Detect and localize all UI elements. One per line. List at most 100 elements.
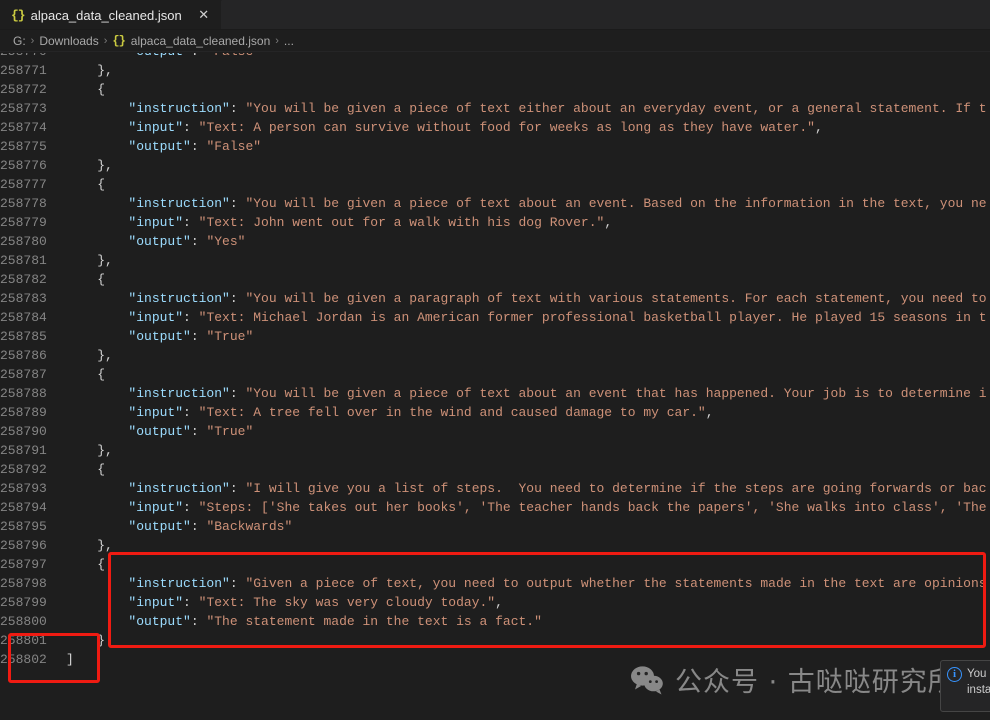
code-line[interactable]: 258770 "output": "False" [0,53,990,61]
line-number: 258787 [0,367,47,382]
code-token: { [66,557,106,572]
breadcrumb: G: › Downloads › {} alpaca_data_cleaned.… [0,30,990,52]
code-line[interactable]: 258791 }, [0,441,990,460]
line-number: 258784 [0,310,47,325]
line-content: "output": "Yes" [66,232,990,251]
code-line[interactable]: 258793 "instruction": "I will give you a… [0,479,990,498]
code-token: "True" [206,329,254,344]
code-line[interactable]: 258797 { [0,555,990,574]
notification-line-1: You ha [967,668,990,680]
code-line[interactable]: 258790 "output": "True" [0,422,990,441]
line-content: { [66,460,990,479]
line-number: 258773 [0,101,47,116]
code-line[interactable]: 258783 "instruction": "You will be given… [0,289,990,308]
code-line[interactable]: 258772 { [0,80,990,99]
code-line[interactable]: 258777 { [0,175,990,194]
code-line[interactable]: 258781 }, [0,251,990,270]
line-content: { [66,365,990,384]
tab-bar-empty-area [221,0,990,29]
line-number: 258794 [0,500,47,515]
code-token: "I will give you a list of steps. You ne… [245,481,987,496]
code-token: "input" [128,120,184,135]
code-line[interactable]: 258787 { [0,365,990,384]
code-line[interactable]: 258788 "instruction": "You will be given… [0,384,990,403]
code-token: : [229,196,246,211]
line-content: "output": "False" [66,53,990,61]
line-number: 258779 [0,215,47,230]
code-token: }, [66,348,113,363]
code-token: "input" [128,215,184,230]
code-token: , [705,405,714,420]
line-number: 258802 [0,652,47,667]
code-token: : [229,101,246,116]
line-content: }, [66,536,990,555]
vertical-scrollbar[interactable] [980,53,990,720]
info-icon: i [947,667,962,682]
code-line[interactable]: 258796 }, [0,536,990,555]
code-token: "You will be given a piece of text eithe… [245,101,987,116]
breadcrumb-item-symbol[interactable]: ... [284,34,294,48]
code-line[interactable]: 258794 "input": "Steps: ['She takes out … [0,498,990,517]
code-token: "You will be given a piece of text about… [245,386,987,401]
code-line[interactable]: 258802] [0,650,990,669]
line-content: "instruction": "You will be given a piec… [66,99,990,118]
line-content: "instruction": "I will give you a list o… [66,479,990,498]
line-number: 258785 [0,329,47,344]
line-content: }, [66,441,990,460]
notification-toast[interactable]: i You ha install [940,660,990,712]
line-number: 258774 [0,120,47,135]
code-token: "output" [128,329,191,344]
code-line[interactable]: 258780 "output": "Yes" [0,232,990,251]
code-line[interactable]: 258779 "input": "Text: John went out for… [0,213,990,232]
tab-alpaca-data-cleaned-json[interactable]: {} alpaca_data_cleaned.json ✕ [0,0,222,29]
line-content: "output": "False" [66,137,990,156]
code-token: "instruction" [128,196,230,211]
breadcrumb-item-file[interactable]: alpaca_data_cleaned.json [131,34,270,48]
code-line[interactable]: 258789 "input": "Text: A tree fell over … [0,403,990,422]
code-line[interactable]: 258799 "input": "Text: The sky was very … [0,593,990,612]
code-line[interactable]: 258784 "input": "Text: Michael Jordan is… [0,308,990,327]
line-content: "instruction": "You will be given a para… [66,289,990,308]
code-line[interactable]: 258800 "output": "The statement made in … [0,612,990,631]
code-line[interactable]: 258785 "output": "True" [0,327,990,346]
code-token: : [190,519,207,534]
tab-label: alpaca_data_cleaned.json [30,7,182,23]
line-content: }, [66,251,990,270]
code-line[interactable]: 258776 }, [0,156,990,175]
code-line[interactable]: 258773 "instruction": "You will be given… [0,99,990,118]
breadcrumb-separator: › [103,34,108,47]
breadcrumb-separator: › [30,34,35,47]
code-token: "Given a piece of text, you need to outp… [245,576,987,591]
code-token: "instruction" [128,576,230,591]
code-line[interactable]: 258771 }, [0,61,990,80]
line-content: "instruction": "Given a piece of text, y… [66,574,990,593]
code-line[interactable]: 258778 "instruction": "You will be given… [0,194,990,213]
code-line[interactable]: 258775 "output": "False" [0,137,990,156]
code-token: : [191,53,207,59]
code-editor[interactable]: 258770 "output": "False"258771 },258772 … [0,53,990,720]
code-line[interactable]: 258774 "input": "Text: A person can surv… [0,118,990,137]
code-line[interactable]: 258786 }, [0,346,990,365]
editor-tab-bar: {} alpaca_data_cleaned.json ✕ [0,0,990,30]
json-braces-icon: {} [112,33,125,48]
code-line[interactable]: 258798 "instruction": "Given a piece of … [0,574,990,593]
code-token: "input" [128,595,184,610]
code-token: : [190,234,207,249]
line-content: { [66,555,990,574]
code-line[interactable]: 258782 { [0,270,990,289]
breadcrumb-item-downloads[interactable]: Downloads [39,34,98,48]
code-line[interactable]: 258792 { [0,460,990,479]
code-line[interactable]: 258795 "output": "Backwards" [0,517,990,536]
code-token: : [183,120,199,135]
code-token: { [66,272,106,287]
code-token: "instruction" [128,291,230,306]
close-icon[interactable]: ✕ [196,7,212,23]
breadcrumb-item-drive[interactable]: G: [13,34,26,48]
code-token: "The statement made in the text is a fac… [206,614,542,629]
code-line[interactable]: 258801 } [0,631,990,650]
breadcrumb-separator: › [275,34,279,47]
